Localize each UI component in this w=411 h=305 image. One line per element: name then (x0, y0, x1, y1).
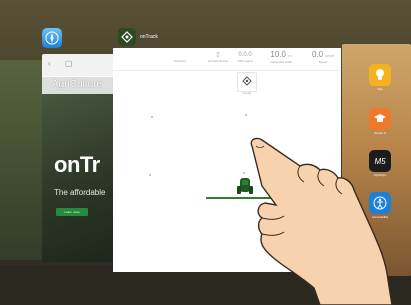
tractor-icon (237, 178, 253, 194)
stats-bar: Accuracy ▯ onTrack device 0.0.0 GPS sign… (113, 48, 341, 71)
stat-device: ▯ onTrack device (203, 51, 233, 64)
myscript-icon: M5 (369, 150, 391, 172)
stat-accuracy: Accuracy (173, 59, 187, 63)
crosshair-icon (242, 76, 252, 86)
ontrack-app-card[interactable]: Accuracy ▯ onTrack device 0.0.0 GPS sign… (113, 48, 341, 272)
center-map-button[interactable]: Center (237, 72, 257, 95)
browser-nav-icons: ‹ ▢ (48, 59, 79, 68)
device-icon: ▯ (216, 52, 220, 58)
hero-subtitle: The affordable (54, 188, 106, 197)
stat-implement-width: 10.0 m Implement width (270, 50, 292, 65)
home-app-tips[interactable]: Tips (368, 64, 392, 91)
home-screen-card[interactable]: Tips iTunes U M5 MyScript Accessibility (342, 44, 411, 276)
home-app-accessibility[interactable]: Accessibility (368, 192, 392, 219)
home-app-myscript[interactable]: M5 MyScript (368, 150, 392, 177)
safari-card-header[interactable] (42, 28, 62, 48)
stat-gps: 0.0.0 GPS signal (237, 52, 253, 63)
grid-dot (149, 174, 151, 176)
safari-compass-icon (42, 28, 62, 48)
ontrack-card-header[interactable]: onTrack (118, 28, 158, 46)
grid-dot (245, 114, 247, 116)
lightbulb-icon (369, 64, 391, 86)
hero-title: onTr (54, 152, 100, 177)
guidance-line (206, 197, 288, 199)
website-logo: AgriCulture (52, 79, 103, 90)
grid-dot (243, 172, 245, 174)
ontrack-app-name: onTrack (140, 34, 158, 40)
accessibility-icon (369, 192, 391, 214)
ontrack-app-icon (118, 28, 136, 46)
grid-dot (151, 116, 153, 118)
graduation-cap-icon (369, 108, 391, 130)
home-app-itunes-u[interactable]: iTunes U (368, 108, 392, 135)
hero-cta-button[interactable]: Learn more (56, 208, 88, 216)
stat-speed: 0.0 km/h Speed (311, 50, 335, 65)
